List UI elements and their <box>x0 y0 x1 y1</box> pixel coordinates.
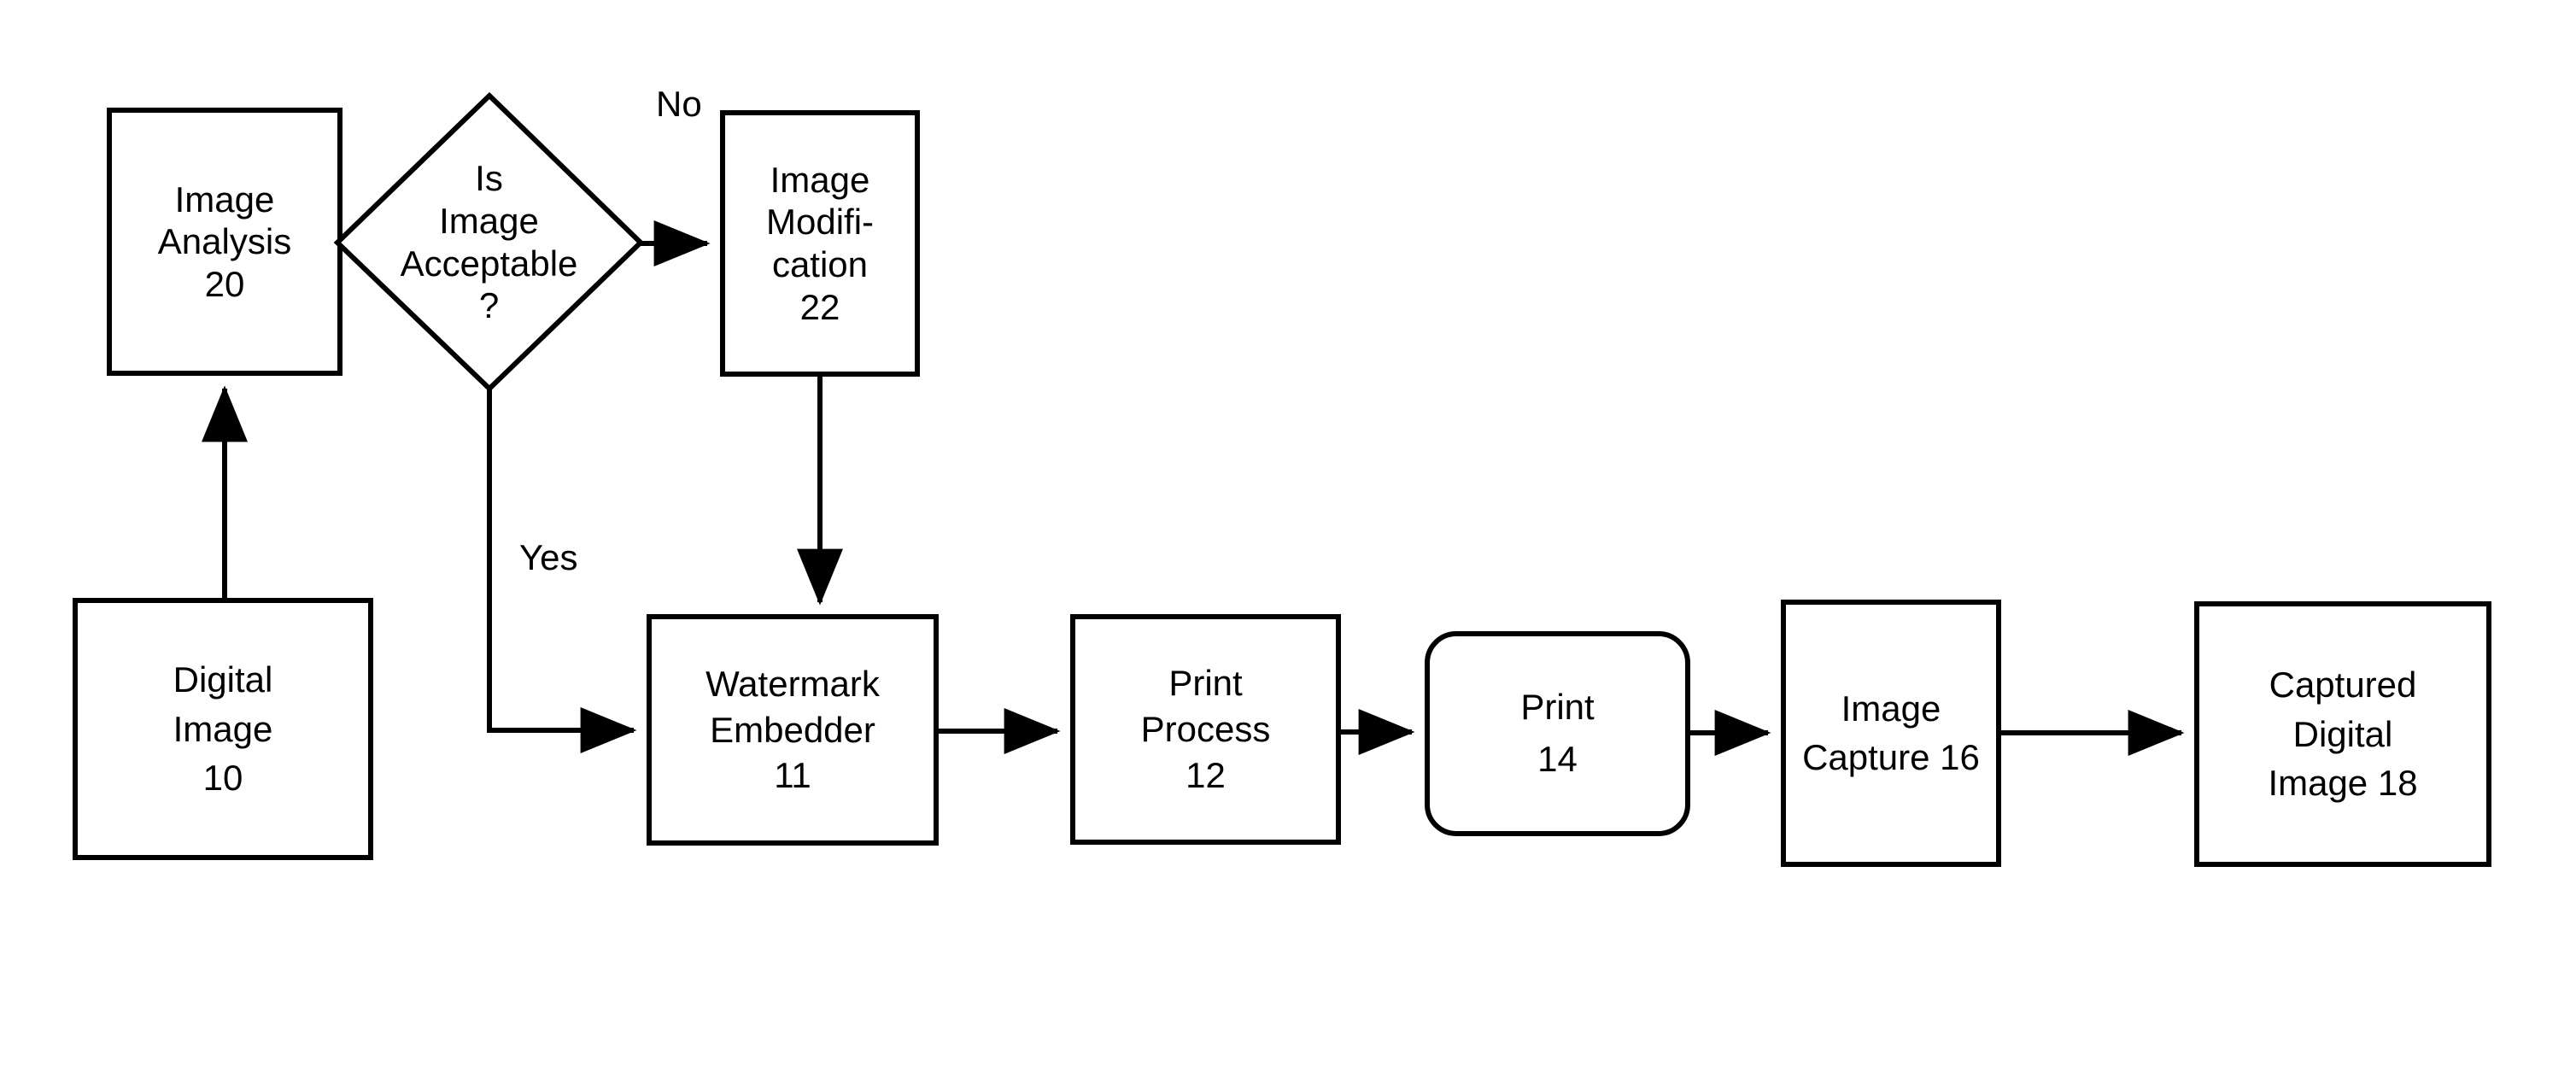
node-print-process-shape <box>1070 614 1341 845</box>
node-image-analysis-shape <box>107 108 342 376</box>
node-digital-image-shape <box>73 598 373 860</box>
node-watermark-embedder-shape <box>647 614 939 846</box>
edge-label-yes: Yes <box>519 537 578 577</box>
node-image-modification-shape <box>720 110 920 377</box>
flowchart-canvas <box>73 91 2491 867</box>
node-is-image-acceptable-shape <box>333 91 645 393</box>
node-print-shape <box>1425 631 1690 836</box>
node-captured-digital-image-shape <box>2194 601 2491 867</box>
edge-label-no: No <box>656 84 702 124</box>
flowchart-figure: Image Analysis 20 Is Image Acceptable ? … <box>0 0 2576 1089</box>
node-image-capture-shape <box>1781 600 2001 867</box>
